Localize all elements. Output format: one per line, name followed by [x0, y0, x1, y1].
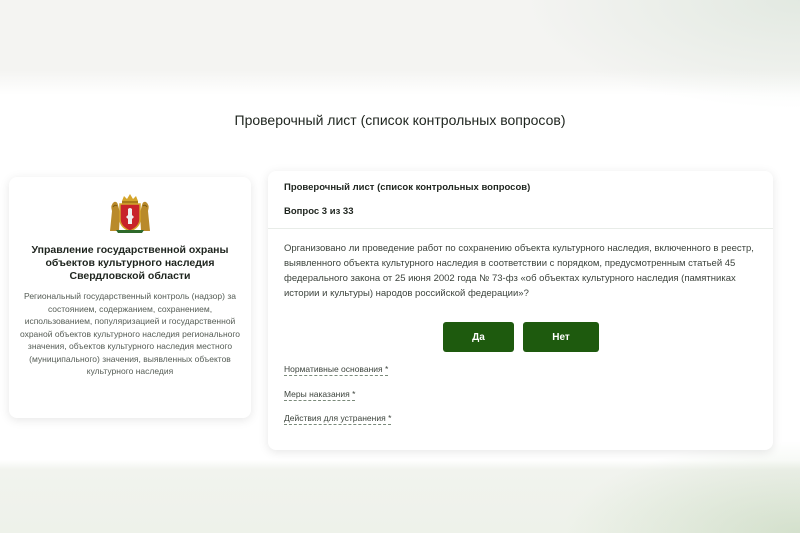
normative-basis-field[interactable]: Нормативные основания *: [284, 364, 389, 376]
questionnaire-header: Проверочный лист (список контрольных воп…: [284, 182, 531, 193]
organization-description: Региональный государственный контроль (н…: [19, 291, 241, 376]
question-counter: Вопрос 3 из 33: [284, 206, 354, 217]
background-decoration-bottom: [560, 440, 800, 533]
page-title: Проверочный лист (список контрольных воп…: [234, 112, 566, 128]
penalties-field[interactable]: Меры наказания *: [284, 389, 356, 401]
question-text: Организовано ли проведение работ по сохр…: [284, 243, 754, 299]
organization-title: Управление государственной охраны объект…: [31, 244, 229, 282]
background-decoration: [520, 0, 800, 110]
no-button[interactable]: Нет: [523, 322, 599, 352]
sverdlovsk-coat-of-arms-icon: [110, 194, 150, 233]
remediation-actions-field[interactable]: Действия для устранения *: [284, 413, 392, 425]
yes-button[interactable]: Да: [443, 322, 514, 352]
divider: [268, 228, 773, 229]
